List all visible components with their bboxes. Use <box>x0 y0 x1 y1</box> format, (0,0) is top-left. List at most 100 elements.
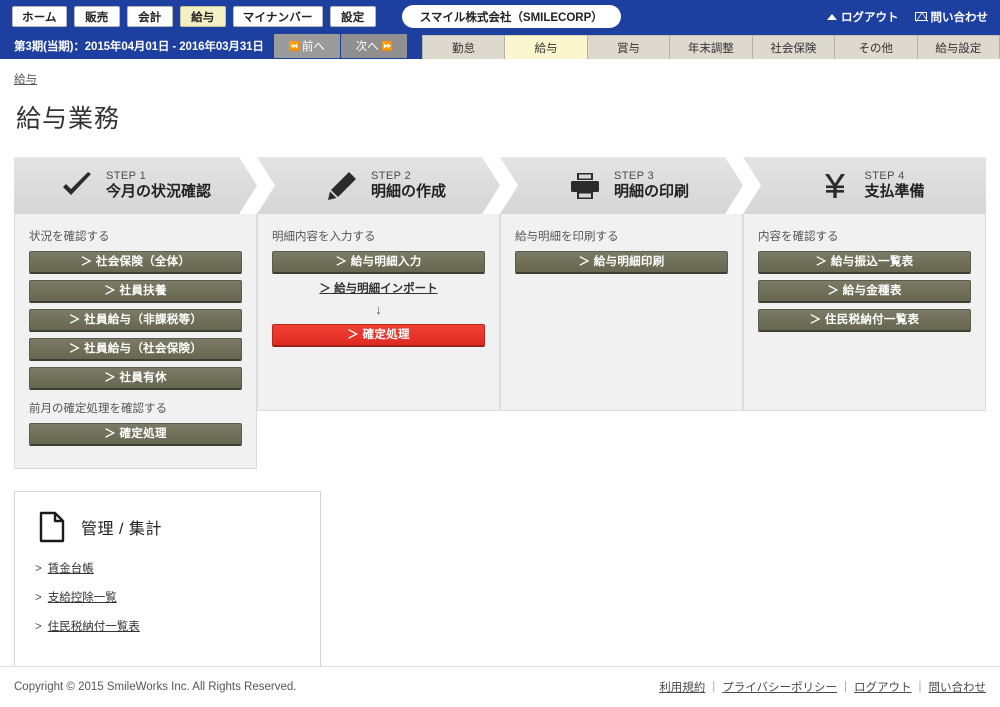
contact-link[interactable]: 問い合わせ <box>914 9 989 25</box>
management-card-header: 管理 / 集計 <box>35 510 300 544</box>
step-panel-3: STEP 3 明細の印刷 給与明細を印刷する ＞ 給与明細印刷 <box>500 157 743 469</box>
sub-tab-year-end-adjustment[interactable]: 年末調整 <box>670 35 753 59</box>
sub-tab-others[interactable]: その他 <box>835 35 918 59</box>
resident-tax-payment-list-button[interactable]: ＞ 住民税納付一覧表 <box>758 309 971 332</box>
next-period-button[interactable]: 次へ ⏩ <box>340 34 407 58</box>
management-summary-card: 管理 / 集計 > 賃金台帳 > 支給控除一覧 > 住民税納付一覧表 <box>14 491 321 669</box>
terms-of-use-link[interactable]: 利用規約 <box>659 679 705 695</box>
sub-tab-salary[interactable]: 給与 <box>505 35 588 59</box>
step-1-header: STEP 1 今月の状況確認 <box>14 157 257 214</box>
step-flow: STEP 1 今月の状況確認 状況を確認する ＞ 社会保険（全体） ＞ 社員扶養… <box>14 157 986 469</box>
footer-logout-link[interactable]: ログアウト <box>854 679 912 695</box>
page-title: 給与業務 <box>16 105 121 133</box>
eject-icon <box>827 13 837 20</box>
breadcrumb-link-salary[interactable]: 給与 <box>14 74 37 86</box>
step-1-section-label-2: 前月の確定処理を確認する <box>29 403 167 415</box>
resident-tax-payment-list-link[interactable]: 住民税納付一覧表 <box>48 618 140 634</box>
yen-icon <box>818 169 852 203</box>
sub-tab-salary-settings[interactable]: 給与設定 <box>917 35 1000 59</box>
skip-next-icon: ⏩ <box>381 40 393 51</box>
list-item[interactable]: > 支給控除一覧 <box>35 589 300 605</box>
step-1-section-label: 状況を確認する <box>29 231 110 243</box>
envelope-icon <box>914 12 928 22</box>
main-tab-payroll[interactable]: 給与 <box>179 6 226 27</box>
footer-separator: | <box>844 681 847 693</box>
step-3-body: 給与明細を印刷する ＞ 給与明細印刷 <box>500 214 743 411</box>
footer-contact-link[interactable]: 問い合わせ <box>929 679 987 695</box>
main-content: 給与 給与業務 STEP 1 今月の状況確認 状況を確認する ＞ 社会保険（全体… <box>0 59 1000 669</box>
wage-ledger-link[interactable]: 賃金台帳 <box>48 560 94 576</box>
down-arrow-icon: ↓ <box>375 302 382 317</box>
print-payslip-button[interactable]: ＞ 給与明細印刷 <box>515 251 728 274</box>
main-tab-group: ホーム 販売 会計 給与 マイナンバー 設定 <box>12 6 376 27</box>
main-tab-settings[interactable]: 設定 <box>329 6 376 27</box>
sub-tab-social-insurance[interactable]: 社会保険 <box>752 35 836 59</box>
contact-label: 問い合わせ <box>930 11 989 24</box>
footer-separator: | <box>918 681 922 693</box>
previous-period-button[interactable]: ⏪ 前へ <box>273 34 340 58</box>
page-footer: Copyright © 2015 SmileWorks Inc. All Rig… <box>0 666 1000 707</box>
step-3-section-label: 給与明細を印刷する <box>515 231 619 243</box>
step-4-header: STEP 4 支払準備 <box>743 157 986 214</box>
check-icon <box>60 169 94 203</box>
period-and-subtab-bar: 第3期(当期)：2015年04月01日 - 2016年03月31日 ⏪ 前へ 次… <box>0 33 1000 59</box>
topbar-actions: ログアウト 問い合わせ <box>827 9 988 25</box>
step-4-number: STEP 4 <box>864 170 905 183</box>
next-label: 次へ <box>355 41 379 53</box>
step-3-header: STEP 3 明細の印刷 <box>500 157 743 214</box>
management-card-title: 管理 / 集計 <box>81 521 162 538</box>
main-tab-home[interactable]: ホーム <box>12 6 67 27</box>
breadcrumb: 給与 <box>14 59 986 87</box>
copyright-text: Copyright © 2015 SmileWorks Inc. All Rig… <box>14 681 297 693</box>
list-item[interactable]: > 住民税納付一覧表 <box>35 618 300 634</box>
company-name-pill: スマイル株式会社（SMILECORP） <box>401 5 621 28</box>
chevron-right-icon: > <box>35 621 42 633</box>
chevron-right-icon: > <box>35 592 42 604</box>
payslip-import-link[interactable]: ＞ 給与明細インポート <box>272 280 485 296</box>
step-1-number: STEP 1 <box>105 170 147 183</box>
sub-tab-group: 勤怠 給与 賞与 年末調整 社会保険 その他 給与設定 <box>421 33 1000 59</box>
chevron-right-icon: > <box>35 563 42 575</box>
list-item[interactable]: > 賃金台帳 <box>35 560 300 576</box>
payment-deduction-list-link[interactable]: 支給控除一覧 <box>48 589 117 605</box>
skip-previous-icon: ⏪ <box>288 40 300 51</box>
step-3-number: STEP 3 <box>613 170 655 183</box>
previous-month-confirm-button[interactable]: ＞ 確定処理 <box>29 423 242 446</box>
step-panel-1: STEP 1 今月の状況確認 状況を確認する ＞ 社会保険（全体） ＞ 社員扶養… <box>14 157 257 469</box>
logout-label: ログアウト <box>841 11 899 24</box>
fiscal-period-label: 第3期(当期)：2015年04月01日 - 2016年03月31日 <box>14 41 264 53</box>
step-3-title: 明細の印刷 <box>613 182 689 200</box>
main-tab-mynumber[interactable]: マイナンバー <box>232 6 323 27</box>
employee-salary-social-insurance-button[interactable]: ＞ 社員給与（社会保険） <box>29 338 242 361</box>
sub-tab-attendance[interactable]: 勤怠 <box>421 35 506 59</box>
employee-paid-leave-button[interactable]: ＞ 社員有休 <box>29 367 242 390</box>
employee-dependents-button[interactable]: ＞ 社員扶養 <box>29 280 242 303</box>
pencil-icon <box>325 169 359 203</box>
main-tab-sales[interactable]: 販売 <box>73 6 120 27</box>
salary-transfer-list-button[interactable]: ＞ 給与振込一覧表 <box>758 251 971 274</box>
salary-denomination-table-button[interactable]: ＞ 給与金種表 <box>758 280 971 303</box>
main-tab-accounting[interactable]: 会計 <box>126 6 173 27</box>
step-1-title: 今月の状況確認 <box>105 182 211 200</box>
confirm-process-button[interactable]: ＞ 確定処理 <box>272 324 485 347</box>
step-2-header: STEP 2 明細の作成 <box>257 157 500 214</box>
step-panel-2: STEP 2 明細の作成 明細内容を入力する ＞ 給与明細入力 ＞ 給与明細イン… <box>257 157 500 469</box>
step-panel-4: STEP 4 支払準備 内容を確認する ＞ 給与振込一覧表 ＞ 給与金種表 ＞ … <box>743 157 986 469</box>
step-2-section-label: 明細内容を入力する <box>272 231 376 243</box>
top-navigation-bar: ホーム 販売 会計 給与 マイナンバー 設定 スマイル株式会社（SMILECOR… <box>0 0 1000 33</box>
previous-label: 前へ <box>301 41 325 53</box>
payslip-input-button[interactable]: ＞ 給与明細入力 <box>272 251 485 274</box>
privacy-policy-link[interactable]: プライバシーポリシー <box>722 679 837 695</box>
social-insurance-all-button[interactable]: ＞ 社会保険（全体） <box>29 251 242 274</box>
employee-salary-nontaxable-button[interactable]: ＞ 社員給与（非課税等） <box>29 309 242 332</box>
step-1-body: 状況を確認する ＞ 社会保険（全体） ＞ 社員扶養 ＞ 社員給与（非課税等） ＞… <box>14 214 257 469</box>
step-4-section-label: 内容を確認する <box>758 231 839 243</box>
step-4-title: 支払準備 <box>864 182 925 200</box>
sub-tab-bonus[interactable]: 賞与 <box>587 35 671 59</box>
step-2-number: STEP 2 <box>370 170 412 183</box>
footer-separator: | <box>712 681 716 693</box>
step-4-body: 内容を確認する ＞ 給与振込一覧表 ＞ 給与金種表 ＞ 住民税納付一覧表 <box>743 214 986 411</box>
footer-link-group: 利用規約 | プライバシーポリシー | ログアウト | 問い合わせ <box>659 679 986 695</box>
step-2-title: 明細の作成 <box>370 182 446 200</box>
logout-link[interactable]: ログアウト <box>827 9 899 25</box>
